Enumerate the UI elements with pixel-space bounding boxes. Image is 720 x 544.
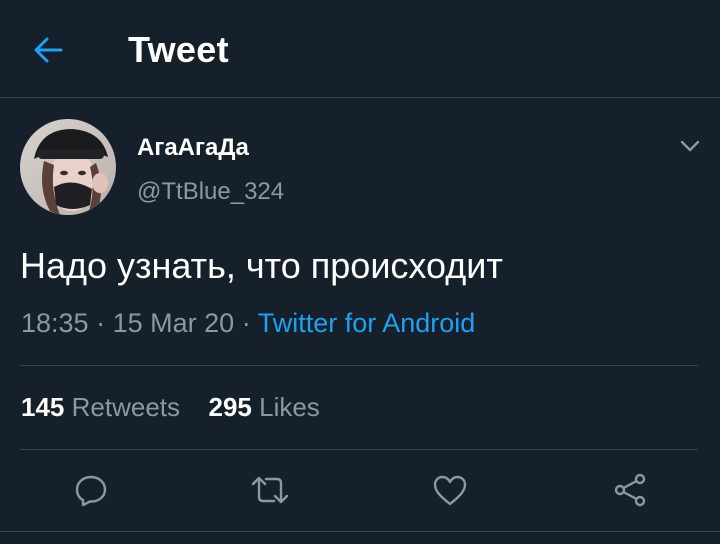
avatar[interactable] <box>20 119 116 215</box>
tweet-menu-button[interactable] <box>676 132 704 160</box>
divider <box>20 365 698 366</box>
tweet-date: 15 Mar 20 <box>112 308 235 338</box>
share-icon <box>614 473 646 507</box>
arrow-left-icon <box>34 37 63 63</box>
retweets-stat[interactable]: 145 Retweets <box>21 392 180 423</box>
tweet-time: 18:35 <box>21 308 89 338</box>
likes-stat[interactable]: 295 Likes <box>208 392 319 423</box>
like-button[interactable] <box>428 468 472 512</box>
retweets-label: Retweets <box>71 392 181 422</box>
likes-count: 295 <box>208 392 252 422</box>
likes-label: Likes <box>259 392 320 422</box>
tweet-meta: 18:35 · 15 Mar 20 · Twitter for Android <box>21 308 475 339</box>
author-handle[interactable]: @TtBlue_324 <box>137 178 284 206</box>
heart-icon <box>433 475 467 506</box>
author-display-name[interactable]: АгаАгаДа <box>137 134 249 162</box>
top-bar: Tweet <box>0 0 720 98</box>
page-title: Tweet <box>128 29 229 70</box>
divider <box>0 531 720 532</box>
reply-button[interactable] <box>69 468 113 512</box>
meta-separator: · <box>96 308 106 338</box>
retweet-icon <box>251 476 289 504</box>
share-button[interactable] <box>608 468 652 512</box>
retweet-button[interactable] <box>248 468 292 512</box>
reply-icon <box>75 475 107 507</box>
retweets-count: 145 <box>21 392 65 422</box>
back-button[interactable] <box>28 30 68 70</box>
tweet-actions-bar <box>0 462 720 518</box>
avatar-image <box>20 119 116 215</box>
tweet-source-link[interactable]: Twitter for Android <box>258 308 476 338</box>
tweet-stats: 145 Retweets 295 Likes <box>21 392 320 423</box>
divider <box>20 449 698 450</box>
tweet-text: Надо узнать, что происходит <box>20 245 503 286</box>
meta-separator: · <box>241 308 251 338</box>
chevron-down-icon <box>680 140 700 152</box>
